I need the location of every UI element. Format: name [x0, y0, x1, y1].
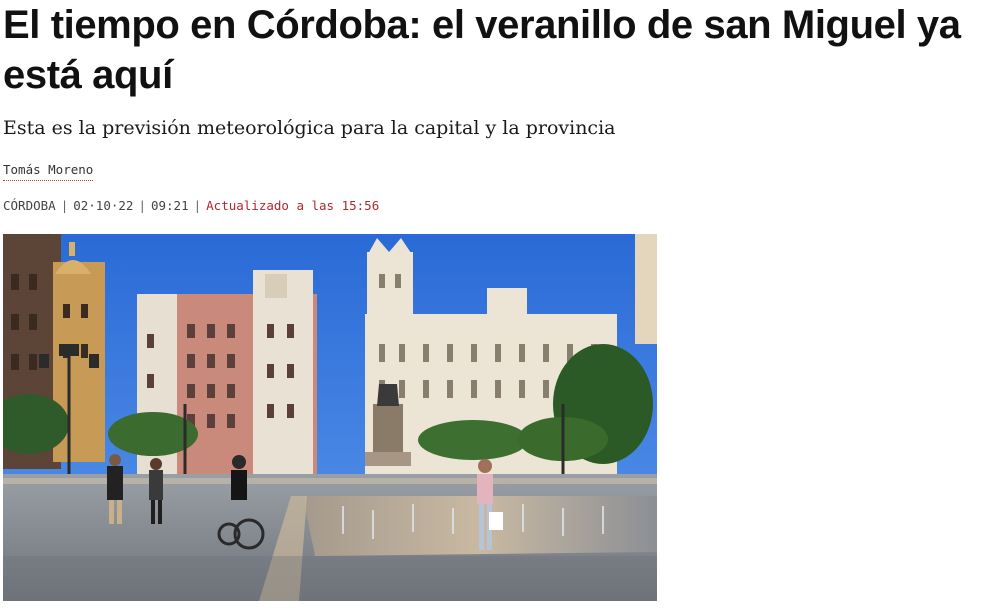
author-link[interactable]: Tomás Moreno [3, 161, 94, 181]
updated-time: Actualizado a las 15:56 [206, 198, 380, 213]
publish-time: 09:21 [150, 198, 189, 213]
article-meta: CÓRDOBA | 02·10·22 | 09:21 | Actualizado a las… [3, 197, 379, 215]
article-subtitle: Esta es la previsión meteorológica para … [3, 117, 616, 139]
article-headline: El tiempo en Córdoba: el veranillo de sa… [3, 3, 961, 97]
meta-separator: | [138, 198, 146, 213]
publish-date: 02·10·22 [73, 198, 134, 213]
hero-photo[interactable] [3, 234, 657, 601]
plaza-photo-illustration [3, 234, 657, 601]
meta-separator: | [193, 198, 202, 213]
section-label[interactable]: CÓRDOBA [3, 198, 56, 213]
meta-separator: | [60, 198, 69, 213]
